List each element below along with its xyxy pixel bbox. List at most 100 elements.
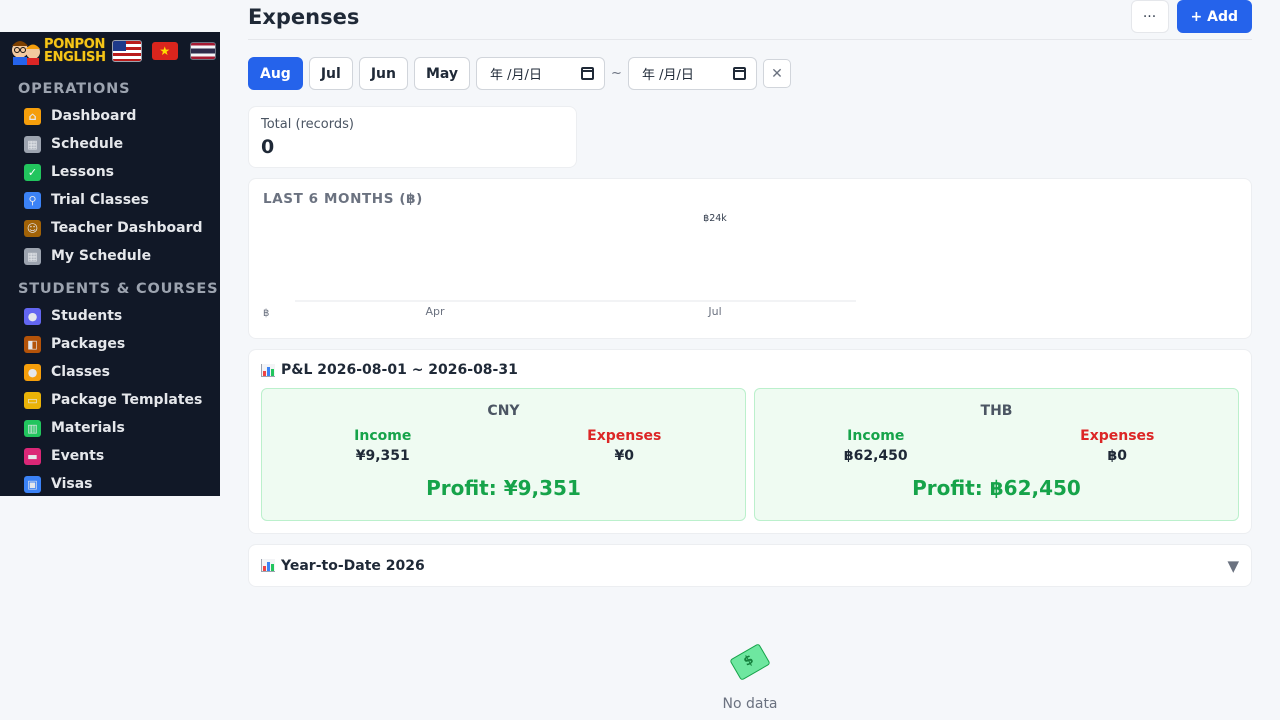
add-expense-button[interactable]: + Add — [1176, 0, 1252, 33]
calendar-icon[interactable] — [581, 67, 595, 80]
ytd-title: Year-to-Date 2026 — [261, 558, 425, 574]
calendar-icon: ▦ — [24, 247, 41, 265]
empty-state-text: No data — [722, 696, 778, 712]
year-to-date-toggle[interactable]: Year-to-Date 2026 ▼ — [248, 544, 1252, 587]
nav-section-label: STUDENTS & COURSES — [18, 281, 219, 297]
group-icon: ● — [24, 363, 41, 381]
date-to-input[interactable]: 年 /月/日 — [627, 57, 757, 90]
month-button-jul[interactable]: Jul — [308, 57, 353, 90]
total-records-label: Total (records) — [261, 117, 354, 132]
sidebar-item-label: Trial Classes — [51, 192, 149, 208]
sidebar: PONPON ENGLISH ★ OPERATIONS ⌂ Dashboard ▦… — [0, 32, 220, 496]
sidebar-item-package-templates[interactable]: ▭ Package Templates — [0, 386, 220, 414]
sidebar-item-label: Package Templates — [51, 392, 203, 408]
us-flag-icon[interactable] — [111, 40, 142, 62]
x-tick-label: Apr — [425, 305, 445, 318]
pl-box-cny: CNY Income ¥9,351 Expenses ¥0 Profit: ¥9… — [261, 388, 746, 521]
calendar-icon: ▦ — [24, 135, 41, 153]
date-to-placeholder: 年 /月/日 — [641, 68, 694, 83]
profit-value: Profit: ฿62,450 — [912, 476, 1081, 500]
calendar-icon[interactable] — [732, 67, 746, 80]
books-icon: ▥ — [24, 419, 41, 437]
last-six-months-chart-card: LAST 6 MONTHS (฿) ฿ Apr Jul ฿24k — [248, 178, 1252, 339]
x-tick-label: Jul — [707, 305, 721, 318]
date-from-placeholder: 年 /月/日 — [490, 68, 542, 83]
pl-currency-boxes: CNY Income ¥9,351 Expenses ¥0 Profit: ¥9… — [261, 388, 1239, 521]
folder-icon: ▭ — [24, 391, 41, 409]
th-flag-icon[interactable] — [189, 42, 216, 60]
income-column: Income ฿62,450 — [755, 428, 997, 464]
pl-title-text: P&L 2026-08-01 ~ 2026-08-31 — [281, 362, 518, 378]
house-icon: ⌂ — [24, 107, 41, 125]
pl-currency-label: CNY — [487, 403, 520, 419]
sidebar-item-trial-classes[interactable]: ⚲ Trial Classes — [0, 186, 220, 214]
sidebar-item-materials[interactable]: ▥ Materials — [0, 414, 220, 442]
sidebar-item-classes[interactable]: ● Classes — [0, 358, 220, 386]
sidebar-item-schedule[interactable]: ▦ Schedule — [0, 130, 220, 158]
total-records-value: 0 — [261, 136, 275, 158]
income-label: Income — [354, 428, 412, 444]
sidebar-item-packages[interactable]: ◧ Packages — [0, 330, 220, 358]
sidebar-item-visas[interactable]: ▣ Visas — [0, 470, 220, 498]
page-header: Expenses ··· + Add — [248, 0, 1252, 40]
expenses-column: Expenses ฿0 — [997, 428, 1239, 464]
pl-columns: Income ¥9,351 Expenses ¥0 — [262, 428, 745, 464]
ticket-icon: ▬ — [24, 447, 41, 465]
chevron-down-icon[interactable]: ▼ — [1227, 557, 1239, 575]
header-actions: ··· + Add — [1130, 0, 1252, 33]
empty-state: No data — [248, 643, 1252, 712]
filter-bar: Aug Jul Jun May 年 /月/日 ~ 年 /月/日 ✕ — [248, 57, 1252, 90]
chart-plot: ฿ Apr Jul ฿24k — [263, 213, 856, 319]
pl-columns: Income ฿62,450 Expenses ฿0 — [755, 428, 1238, 464]
money-icon — [729, 643, 771, 681]
pl-currency-label: THB — [980, 403, 1013, 419]
profit-loss-card: P&L 2026-08-01 ~ 2026-08-31 CNY Income ¥… — [248, 349, 1252, 534]
teacher-icon: ☺ — [24, 219, 41, 237]
month-button-may[interactable]: May — [413, 57, 471, 90]
income-column: Income ¥9,351 — [262, 428, 504, 464]
expenses-column: Expenses ¥0 — [504, 428, 746, 464]
page-title: Expenses — [248, 4, 360, 29]
profit-value: Profit: ¥9,351 — [426, 476, 581, 500]
sidebar-item-label: Visas — [51, 476, 93, 492]
brand-name: PONPON ENGLISH — [44, 38, 106, 64]
sidebar-item-label: Students — [51, 308, 123, 324]
bar-chart-icon — [261, 363, 275, 377]
people-icon: ● — [24, 307, 41, 325]
mascot-icon — [12, 41, 40, 65]
sidebar-item-label: Lessons — [51, 164, 114, 180]
sidebar-item-label: Dashboard — [51, 108, 137, 124]
logo[interactable]: PONPON ENGLISH — [10, 36, 106, 66]
main-content: Expenses ··· + Add Aug Jul Jun May 年 /月/… — [248, 0, 1252, 587]
bar-chart-icon — [261, 559, 275, 572]
vn-flag-icon[interactable]: ★ — [151, 42, 178, 60]
box-icon: ◧ — [24, 335, 41, 353]
sidebar-item-students[interactable]: ● Students — [0, 302, 220, 330]
expenses-value: ฿0 — [1107, 448, 1127, 464]
brand-row: PONPON ENGLISH ★ — [0, 32, 220, 70]
check-icon: ✓ — [24, 163, 41, 181]
nav-section-students-courses: STUDENTS & COURSES ● Students ◧ Packages ●… — [0, 276, 220, 498]
sidebar-item-lessons[interactable]: ✓ Lessons — [0, 158, 220, 186]
month-button-aug[interactable]: Aug — [248, 57, 303, 90]
nav-section-label: OPERATIONS — [18, 81, 131, 97]
sidebar-item-label: My Schedule — [51, 248, 152, 264]
more-options-button[interactable]: ··· — [1130, 0, 1169, 33]
clear-dates-button[interactable]: ✕ — [762, 59, 791, 88]
data-label: ฿24k — [703, 213, 727, 224]
y-axis-label: ฿ — [263, 308, 269, 319]
brand-line-2: ENGLISH — [44, 50, 106, 65]
month-button-jun[interactable]: Jun — [358, 57, 408, 90]
income-value: ฿62,450 — [843, 448, 908, 464]
date-from-input[interactable]: 年 /月/日 — [476, 57, 606, 90]
sidebar-item-label: Classes — [51, 364, 111, 380]
sidebar-item-my-schedule[interactable]: ▦ My Schedule — [0, 242, 220, 270]
date-range-separator: ~ — [611, 66, 622, 81]
sidebar-item-teacher-dashboard[interactable]: ☺ Teacher Dashboard — [0, 214, 220, 242]
magnifier-icon: ⚲ — [24, 191, 41, 209]
expenses-label: Expenses — [587, 428, 662, 444]
income-label: Income — [847, 428, 905, 444]
sidebar-item-events[interactable]: ▬ Events — [0, 442, 220, 470]
passport-icon: ▣ — [24, 475, 41, 493]
sidebar-item-dashboard[interactable]: ⌂ Dashboard — [0, 102, 220, 130]
